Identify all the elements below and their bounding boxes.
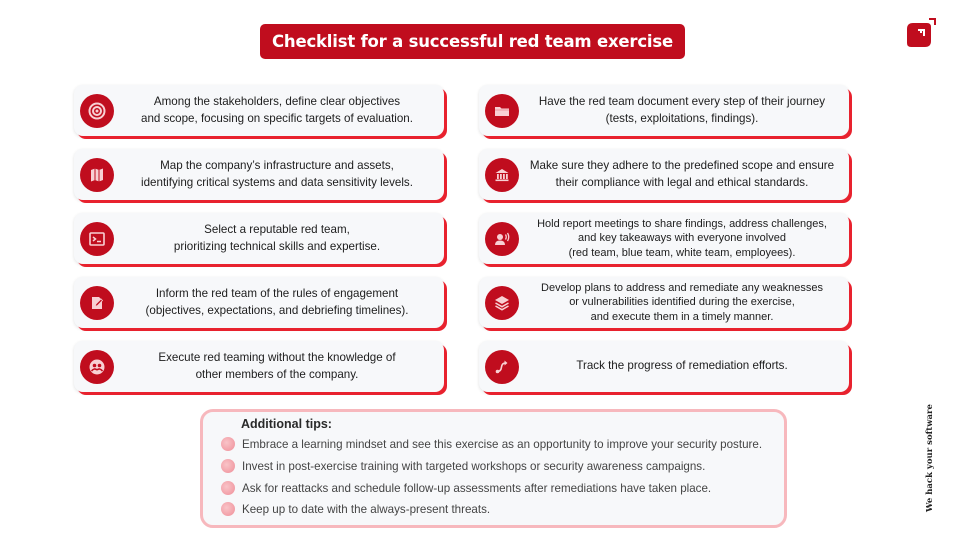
bullet-dot-icon: [221, 481, 235, 495]
card-text-line: identifying critical systems and data se…: [141, 175, 413, 189]
checklist-card-remediation-plans: Develop plans to address and remediate a…: [479, 277, 849, 328]
checklist-card-document-journey: Have the red team document every step of…: [479, 85, 849, 136]
checklist-card-track-progress: Track the progress of remediation effort…: [479, 341, 849, 392]
card-text-line: prioritizing technical skills and expert…: [173, 239, 381, 253]
bullet-dot-icon: [221, 502, 235, 516]
card-text-line: Make sure they adhere to the predefined …: [529, 159, 835, 172]
card-text-line: and key takeaways with everyone involved: [578, 232, 786, 245]
tip-item: Embrace a learning mindset and see this …: [221, 437, 762, 451]
card-text-line: Map the company’s infrastructure and ass…: [160, 159, 394, 172]
checklist-card-select-team: Select a reputable red team, prioritizin…: [74, 213, 444, 264]
card-text-line: (red team, blue team, white team, employ…: [568, 246, 796, 259]
tip-item: Keep up to date with the always-present …: [221, 502, 490, 516]
tip-text: Ask for reattacks and schedule follow-up…: [242, 481, 712, 495]
card-text-line: their compliance with legal and ethical …: [555, 175, 809, 189]
card-text-line: Hold report meetings to share findings, …: [537, 217, 827, 230]
folder-icon: [485, 93, 519, 128]
card-text-line: and execute them in a timely manner.: [590, 310, 774, 323]
card-text-line: Execute red teaming without the knowledg…: [158, 351, 396, 364]
edit-document-icon: [80, 285, 114, 320]
terminal-icon: [80, 221, 114, 256]
bullet-dot-icon: [221, 459, 235, 473]
card-text-line: other members of the company.: [195, 367, 359, 381]
bullet-dot-icon: [221, 437, 235, 451]
checklist-card-map-infrastructure: Map the company’s infrastructure and ass…: [74, 149, 444, 200]
target-icon: [80, 93, 114, 128]
map-icon: [80, 157, 114, 192]
card-text-line: (tests, exploitations, findings).: [605, 111, 759, 125]
card-text-line: Develop plans to address and remediate a…: [541, 281, 823, 294]
card-text-line: (objectives, expectations, and debriefin…: [145, 303, 409, 317]
brand-tagline: We hack your software: [925, 404, 935, 512]
checklist-card-execute: Execute red teaming without the knowledg…: [74, 341, 444, 392]
title-banner: Checklist for a successful red team exer…: [260, 24, 685, 59]
brand-logo-icon: [907, 18, 936, 47]
tip-text: Invest in post-exercise training with ta…: [242, 459, 706, 473]
card-text-line: Among the stakeholders, define clear obj…: [153, 95, 401, 108]
layers-icon: [485, 285, 519, 320]
card-text-line: Inform the red team of the rules of enga…: [155, 287, 399, 300]
checklist-card-objectives: Among the stakeholders, define clear obj…: [74, 85, 444, 136]
checklist-card-compliance: Make sure they adhere to the predefined …: [479, 149, 849, 200]
speaker-person-icon: [485, 221, 519, 256]
group-icon: [80, 349, 114, 384]
institution-icon: [485, 157, 519, 192]
card-text-line: and scope, focusing on specific targets …: [141, 111, 413, 125]
tip-item: Invest in post-exercise training with ta…: [221, 459, 705, 473]
tip-item: Ask for reattacks and schedule follow-up…: [221, 481, 711, 495]
card-text-line: Have the red team document every step of…: [538, 95, 826, 108]
card-text-line: or vulnerabilities identified during the…: [569, 296, 795, 309]
tips-title: Additional tips:: [241, 417, 332, 431]
checklist-card-report-meetings: Hold report meetings to share findings, …: [479, 213, 849, 264]
checklist-card-rules-of-engagement: Inform the red team of the rules of enga…: [74, 277, 444, 328]
page-title: Checklist for a successful red team exer…: [272, 32, 673, 51]
tip-text: Keep up to date with the always-present …: [242, 502, 491, 516]
additional-tips-box: Additional tips: Embrace a learning mind…: [200, 409, 787, 528]
card-text-line: Track the progress of remediation effort…: [576, 359, 788, 373]
card-text-line: Select a reputable red team,: [204, 223, 350, 236]
route-icon: [485, 349, 519, 384]
tip-text: Embrace a learning mindset and see this …: [242, 437, 763, 451]
